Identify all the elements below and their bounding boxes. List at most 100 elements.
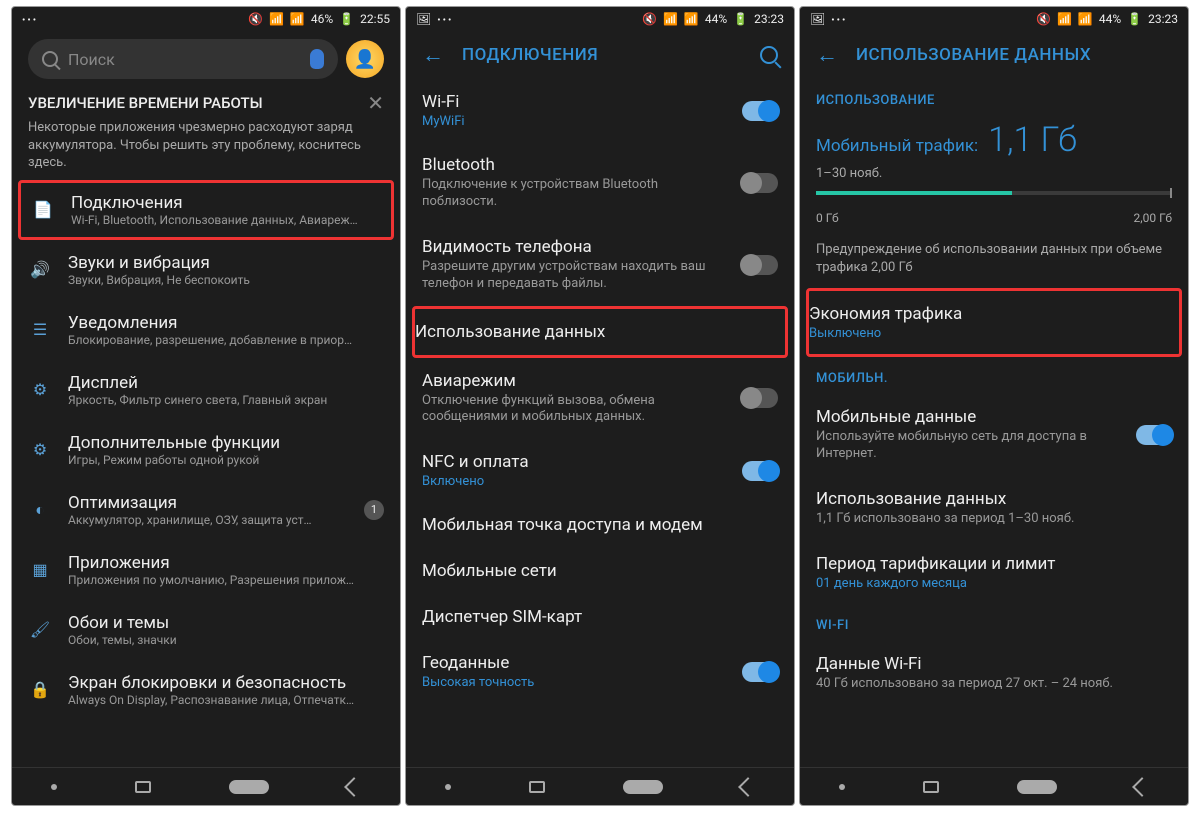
nav-indicator-icon [445,784,451,790]
wifi-icon: 📶 [663,12,678,26]
search-icon [42,51,58,67]
connections-screen: 🖼 🔇 📶 📶 44% 🔋 23:23 ← ПОДКЛЮЧЕНИЯ Wi-FiM… [405,6,795,806]
signal-icon: 📶 [684,12,699,26]
clock: 23:23 [1148,12,1178,26]
settings-item[interactable]: ◐ Оптимизация Аккумулятор, хранилище, ОЗ… [28,480,384,540]
nav-back-button[interactable] [738,777,758,797]
settings-item[interactable]: ⚙ Дополнительные функции Игры, Режим раб… [28,420,384,480]
battery-icon: 🔋 [339,12,354,26]
search-placeholder: Поиск [68,50,300,69]
back-arrow-icon[interactable]: ← [422,42,444,68]
clock: 23:23 [754,12,784,26]
mobile-usage-row[interactable]: Использование данных 1,1 Гб использовано… [816,476,1172,541]
settings-item[interactable]: 🖌 Обои и темы Обои, темы, значки [28,600,384,660]
connection-row[interactable]: Использование данных [412,306,788,358]
settings-item[interactable]: 📄 Подключения Wi-Fi, Bluetooth, Использо… [18,180,394,240]
data-saver-row[interactable]: Экономия трафика Выключено [806,288,1182,357]
profile-avatar[interactable]: 👤 [346,40,384,78]
mobile-data-row[interactable]: Мобильные данные Используйте мобильную с… [816,394,1172,476]
connection-row[interactable]: Мобильная точка доступа и модем [422,502,778,548]
settings-main-screen: 🔇 📶 📶 46% 🔋 22:55 Поиск 👤 УВЕЛИЧЕНИЕ ВРЕ… [11,6,401,806]
nav-bar [406,767,794,805]
connection-row[interactable]: ГеоданныеВысокая точность [422,640,778,703]
battery-icon: 🔋 [733,12,748,26]
nav-bar [12,767,400,805]
connection-row[interactable]: Видимость телефонаРазрешите другим устро… [422,224,778,306]
nav-home-button[interactable] [1017,780,1057,794]
connection-row[interactable]: АвиарежимОтключение функций вызова, обме… [422,358,778,440]
notification-dots-icon [22,12,38,26]
search-icon[interactable] [760,46,778,64]
status-bar: 🔇 📶 📶 46% 🔋 22:55 [12,7,400,31]
connection-row[interactable]: Wi-FiMyWiFi [422,79,778,142]
battery-tip-card[interactable]: УВЕЛИЧЕНИЕ ВРЕМЕНИ РАБОТЫ ✕ Некоторые пр… [28,91,384,172]
nav-back-button[interactable] [344,777,364,797]
connection-row[interactable]: NFC и оплатаВключено [422,439,778,502]
battery-percent: 44% [1099,12,1121,26]
notification-dots-icon [437,12,453,26]
setting-icon: ⚙ [28,378,52,402]
mute-icon: 🔇 [248,12,263,26]
nav-recent-button[interactable] [923,781,939,793]
settings-item[interactable]: ▦ Приложения Приложения по умолчанию, Ра… [28,540,384,600]
setting-icon: ◐ [28,498,52,522]
settings-item[interactable]: ☰ Уведомления Блокирование, разрешение, … [28,300,384,360]
settings-item[interactable]: ⚙ Дисплей Яркость, Фильтр синего света, … [28,360,384,420]
traffic-label: Мобильный трафик: [816,136,978,156]
nav-recent-button[interactable] [529,781,545,793]
bar-min: 0 Гб [816,211,839,225]
clock: 22:55 [360,12,390,26]
nav-back-button[interactable] [1132,777,1152,797]
setting-icon: ☰ [28,318,52,342]
setting-icon: 🔒 [28,678,52,702]
battery-percent: 44% [705,12,727,26]
setting-icon: 🔊 [28,258,52,282]
screenshot-icon: 🖼 [416,12,431,26]
setting-icon: 🖌 [28,618,52,642]
notification-badge: 1 [364,500,384,520]
mobile-data-toggle[interactable] [1136,425,1172,445]
page-title: ПОДКЛЮЧЕНИЯ [462,45,598,65]
toggle[interactable] [742,662,778,682]
notification-dots-icon [831,12,847,26]
status-bar: 🖼 🔇 📶 📶 44% 🔋 23:23 [800,7,1188,31]
bar-max: 2,00 Гб [1134,211,1173,225]
connection-row[interactable]: Мобильные сети [422,548,778,594]
nav-home-button[interactable] [229,780,269,794]
settings-item[interactable]: 🔒 Экран блокировки и безопасность Always… [28,660,384,720]
toggle[interactable] [742,173,778,193]
back-arrow-icon[interactable]: ← [816,42,838,68]
nav-indicator-icon [51,784,57,790]
nav-recent-button[interactable] [135,781,151,793]
section-mobile: МОБИЛЬН. [816,357,1172,394]
wifi-icon: 📶 [269,12,284,26]
toggle[interactable] [742,101,778,121]
connection-row[interactable]: Диспетчер SIM-карт [422,594,778,640]
toggle[interactable] [742,255,778,275]
toggle[interactable] [742,388,778,408]
section-usage: ИСПОЛЬЗОВАНИЕ [816,79,1172,116]
search-input[interactable]: Поиск [28,39,338,79]
mute-icon: 🔇 [642,12,657,26]
signal-icon: 📶 [290,12,305,26]
setting-icon: 📄 [31,198,55,222]
connection-row[interactable]: BluetoothПодключение к устройствам Bluet… [422,142,778,224]
status-bar: 🖼 🔇 📶 📶 44% 🔋 23:23 [406,7,794,31]
close-icon[interactable]: ✕ [367,91,384,115]
mobile-traffic-summary[interactable]: Мобильный трафик: 1,1 Гб 1–30 нояб. 0 Гб… [816,120,1172,225]
setting-icon: ▦ [28,558,52,582]
signal-icon: 📶 [1078,12,1093,26]
traffic-period: 1–30 нояб. [816,166,1172,181]
warning-text: Предупреждение об использовании данных п… [816,241,1172,276]
nav-home-button[interactable] [623,780,663,794]
traffic-value: 1,1 Гб [988,120,1077,160]
wifi-data-row[interactable]: Данные Wi-Fi 40 Гб использовано за перио… [816,641,1172,706]
wifi-icon: 📶 [1057,12,1072,26]
mute-icon: 🔇 [1036,12,1051,26]
billing-cycle-row[interactable]: Период тарификации и лимит 01 день каждо… [816,541,1172,604]
tip-title: УВЕЛИЧЕНИЕ ВРЕМЕНИ РАБОТЫ [28,94,263,112]
mic-icon[interactable] [310,49,324,69]
usage-bar [816,191,1172,195]
settings-item[interactable]: 🔊 Звуки и вибрация Звуки, Вибрация, Не б… [28,240,384,300]
toggle[interactable] [742,461,778,481]
